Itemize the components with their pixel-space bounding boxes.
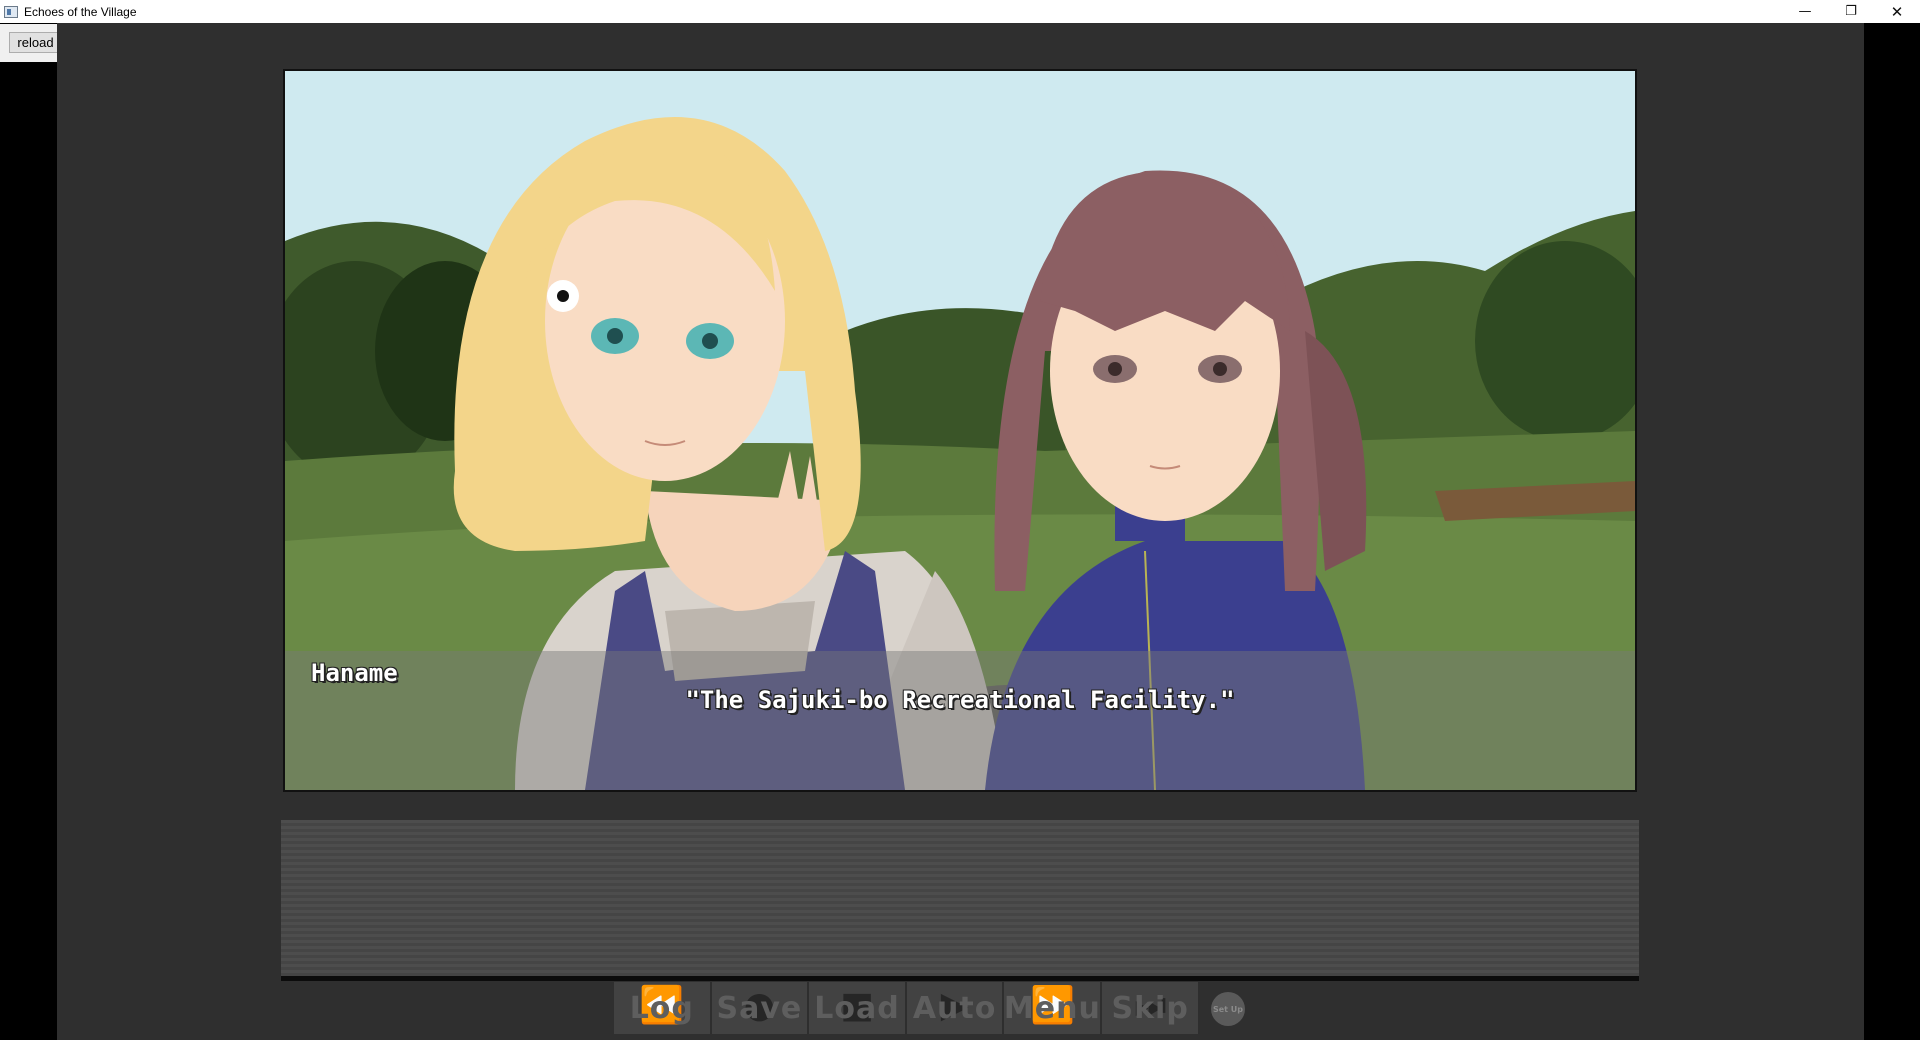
window-title: Echoes of the Village <box>24 4 137 19</box>
game-menu-bar: ⏪ Log ● Save ■ Load ▶ Auto ⏩ Menu ⏭ Skip <box>614 982 1200 1034</box>
window-title-bar: Echoes of the Village — ❐ ✕ <box>0 0 1920 24</box>
window-controls: — ❐ ✕ <box>1782 0 1920 23</box>
close-button[interactable]: ✕ <box>1874 0 1920 23</box>
log-label: Log <box>629 990 694 1026</box>
scene-window[interactable]: Haname "The Sajuki-bo Recreational Facil… <box>283 69 1637 792</box>
menu-label: Menu <box>1003 990 1101 1026</box>
reload-button[interactable]: reload <box>9 32 62 53</box>
message-panel[interactable] <box>281 820 1639 981</box>
right-letterbox <box>1864 23 1920 1040</box>
setup-label: Set Up <box>1212 1004 1244 1014</box>
menu-button[interactable]: ⏩ Menu <box>1003 982 1103 1034</box>
load-button[interactable]: ■ Load <box>809 982 907 1034</box>
save-button[interactable]: ● Save <box>711 982 810 1034</box>
auto-button[interactable]: ▶ Auto <box>906 982 1005 1034</box>
dialogue-text: "The Sajuki-bo Recreational Facility." <box>685 686 1235 714</box>
left-letterbox <box>0 23 57 1040</box>
dialogue-overlay[interactable]: Haname "The Sajuki-bo Recreational Facil… <box>285 651 1635 790</box>
restore-button[interactable]: ❐ <box>1828 0 1874 23</box>
load-label: Load <box>814 990 900 1026</box>
speaker-name: Haname <box>311 659 398 687</box>
skip-label: Skip <box>1111 990 1189 1026</box>
save-label: Save <box>716 990 803 1026</box>
app-icon <box>4 5 18 18</box>
auto-label: Auto <box>912 990 997 1026</box>
log-button[interactable]: ⏪ Log <box>614 982 712 1034</box>
setup-button[interactable]: Set Up <box>1211 992 1245 1026</box>
minimize-button[interactable]: — <box>1782 0 1828 23</box>
game-area: Haname "The Sajuki-bo Recreational Facil… <box>57 23 1864 1040</box>
skip-button[interactable]: ⏭ Skip <box>1102 982 1200 1034</box>
